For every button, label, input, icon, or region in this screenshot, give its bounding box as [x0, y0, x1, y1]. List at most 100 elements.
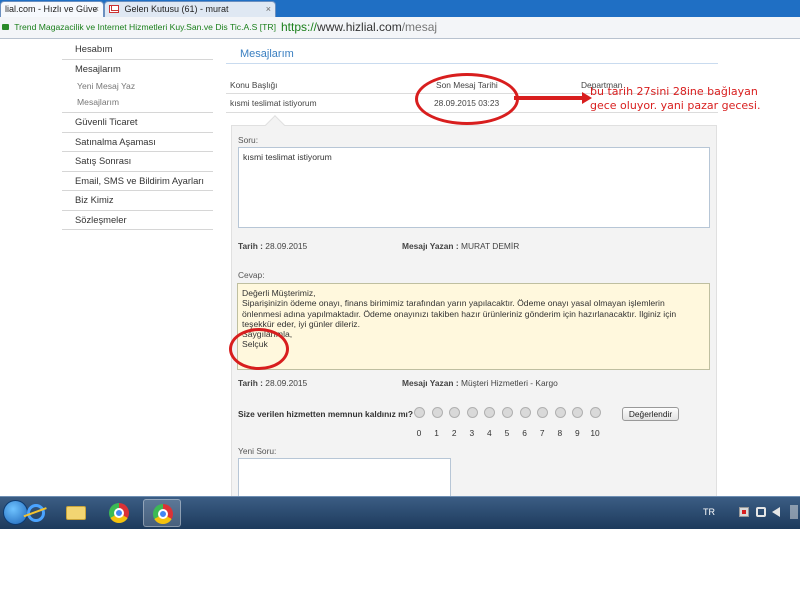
volume-icon[interactable] — [772, 507, 780, 517]
rating-scale-number: 4 — [487, 428, 492, 438]
taskbar-internet-explorer[interactable] — [17, 499, 55, 527]
rating-dot-6[interactable] — [519, 407, 531, 418]
close-tab-icon[interactable]: × — [94, 2, 99, 17]
question-text: kısmi teslimat istiyorum — [243, 152, 332, 162]
screen: lial.com - Hızlı ve Güve × Gelen Kutusu … — [0, 0, 800, 600]
taskbar: TR — [0, 496, 800, 529]
rating-scale-number: 5 — [504, 428, 510, 438]
question-label: Soru: — [238, 135, 259, 145]
sidebar-item-satis-sonrasi[interactable]: Satış Sonrası — [62, 152, 213, 172]
tab-title: Gelen Kutusu (61) - murat — [124, 4, 229, 14]
sidebar-item-sozlesmeler[interactable]: Sözleşmeler — [62, 211, 213, 230]
rating-scale-number: 10 — [590, 428, 600, 438]
answer-line: Saygılarımla, — [242, 329, 293, 340]
rating-dot-3[interactable] — [466, 407, 478, 418]
url-text[interactable]: https://www.hizlial.com/mesaj — [281, 20, 437, 35]
rating-dot-2[interactable] — [449, 407, 461, 418]
title-divider — [226, 63, 718, 64]
sidebar-item-mesajlarim[interactable]: Mesajlarım — [62, 60, 213, 80]
annotation-ellipse-date — [415, 73, 519, 125]
url-scheme: https:// — [281, 20, 318, 34]
chrome-icon — [109, 503, 129, 523]
browser-tab-strip: lial.com - Hızlı ve Güve × Gelen Kutusu … — [0, 0, 800, 17]
rating-question: Size verilen hizmetten memnun kaldınız m… — [238, 409, 413, 419]
action-center-flag-icon[interactable] — [739, 507, 749, 517]
close-tab-icon[interactable]: × — [266, 2, 271, 17]
answer-date-label: Tarih : — [238, 378, 263, 388]
rating-dot-1[interactable] — [431, 407, 443, 418]
rating-scale-number: 6 — [522, 428, 527, 438]
show-desktop-button[interactable] — [790, 505, 798, 519]
column-header-subject: Konu Başlığı — [230, 80, 278, 90]
new-question-label: Yeni Soru: — [238, 446, 277, 456]
answer-text-box: Değerli Müşterimiz, Siparişinizin ödeme … — [237, 283, 710, 370]
answer-line: teşekkür eder, iyi günler dileriz. — [242, 318, 360, 329]
rating-scale-number: 2 — [451, 428, 457, 438]
sidebar-item-biz-kimiz[interactable]: Biz Kimiz — [62, 191, 213, 211]
language-indicator[interactable]: TR — [703, 507, 715, 517]
rating-scale-number: 9 — [575, 428, 580, 438]
annotation-note-line: bu tarih 27sini 28ine bağlayan — [590, 85, 758, 98]
question-author: Mesajı Yazan : MURAT DEMİR — [402, 241, 519, 251]
rating-scale-number: 7 — [539, 428, 545, 438]
sidebar-subitem-messages[interactable]: Mesajlarım — [62, 95, 213, 113]
sidebar-subitem-new-message[interactable]: Yeni Mesaj Yaz — [62, 79, 213, 95]
answer-line: Siparişinizin ödeme onayı, finans birimi… — [242, 298, 665, 309]
rating-dot-10[interactable] — [590, 407, 601, 418]
answer-author-label: Mesajı Yazan : — [402, 378, 459, 388]
rating-dot-5[interactable] — [502, 407, 513, 418]
answer-date: Tarih : 28.09.2015 — [238, 378, 307, 388]
url-host: www.hizlial.com — [317, 20, 402, 34]
chrome-icon — [153, 504, 173, 524]
rating-scale-number: 1 — [434, 428, 439, 438]
rating-dot-4[interactable] — [484, 407, 496, 418]
sidebar-item-hesabim[interactable]: Hesabım — [62, 40, 213, 60]
rating-scale-number: 0 — [416, 428, 422, 438]
rating-dot-9[interactable] — [572, 407, 584, 418]
question-date: Tarih : 28.09.2015 — [238, 241, 307, 251]
answer-author-value: Müşteri Hizmetleri - Kargo — [460, 378, 558, 388]
internet-explorer-icon — [27, 504, 45, 522]
tab-gmail[interactable]: Gelen Kutusu (61) - murat × — [104, 1, 276, 17]
page-content: Hesabım Mesajlarım Yeni Mesaj Yaz Mesajl… — [0, 40, 800, 496]
sidebar-item-guvenli-ticaret[interactable]: Güvenli Ticaret — [62, 113, 213, 133]
certificate-name: Trend Magazacilik ve Internet Hizmetleri… — [14, 22, 276, 32]
question-date-label: Tarih : — [238, 241, 263, 251]
answer-author: Mesajı Yazan : Müşteri Hizmetleri - Karg… — [402, 378, 558, 388]
network-icon[interactable] — [756, 507, 766, 517]
sidebar-item-bildirim-ayarlari[interactable]: Email, SMS ve Bildirim Ayarları — [62, 172, 213, 191]
rate-button[interactable]: Değerlendir — [622, 407, 679, 421]
sidebar: Hesabım Mesajlarım Yeni Mesaj Yaz Mesajl… — [62, 40, 213, 230]
url-path: /mesaj — [401, 20, 438, 34]
rating-scale-number: 8 — [557, 428, 563, 438]
lock-icon — [2, 24, 9, 30]
taskbar-explorer[interactable] — [57, 499, 95, 527]
sidebar-item-satinalma[interactable]: Satınalma Aşaması — [62, 133, 213, 152]
rating-dot-8[interactable] — [554, 407, 566, 418]
taskbar-chrome[interactable] — [100, 499, 138, 527]
page-title: Mesajlarım — [240, 48, 294, 60]
gmail-icon — [109, 5, 119, 13]
tab-title: lial.com - Hızlı ve Güve — [5, 4, 98, 14]
tab-hizlial[interactable]: lial.com - Hızlı ve Güve × — [0, 1, 104, 17]
ev-certificate-badge[interactable]: Trend Magazacilik ve Internet Hizmetleri… — [2, 20, 276, 35]
address-bar[interactable]: Trend Magazacilik ve Internet Hizmetleri… — [0, 17, 800, 39]
question-author-value: MURAT DEMİR — [460, 241, 520, 251]
annotation-note-line: gece oluyor. yani pazar gecesi. — [590, 99, 761, 112]
question-text-box: kısmi teslimat istiyorum — [238, 147, 710, 228]
rating-dot-0[interactable] — [414, 407, 425, 418]
answer-line: Değerli Müşterimiz, — [242, 288, 316, 298]
answer-label: Cevap: — [238, 270, 265, 280]
annotation-note: bu tarih 27sini 28ine bağlayan gece oluy… — [590, 85, 760, 113]
new-question-input[interactable] — [238, 458, 451, 496]
annotation-arrow — [514, 96, 584, 100]
answer-date-value: 28.09.2015 — [265, 378, 308, 388]
folder-icon — [66, 506, 86, 520]
answer-line: Selçuk — [242, 339, 268, 350]
rating-dot-7[interactable] — [537, 407, 549, 418]
message-subject-cell[interactable]: kısmi teslimat istiyorum — [230, 98, 317, 108]
rating-slider[interactable] — [414, 407, 602, 418]
taskbar-chrome-active[interactable] — [143, 499, 181, 527]
annotation-ellipse-signature — [229, 328, 289, 370]
question-date-value: 28.09.2015 — [265, 241, 308, 251]
